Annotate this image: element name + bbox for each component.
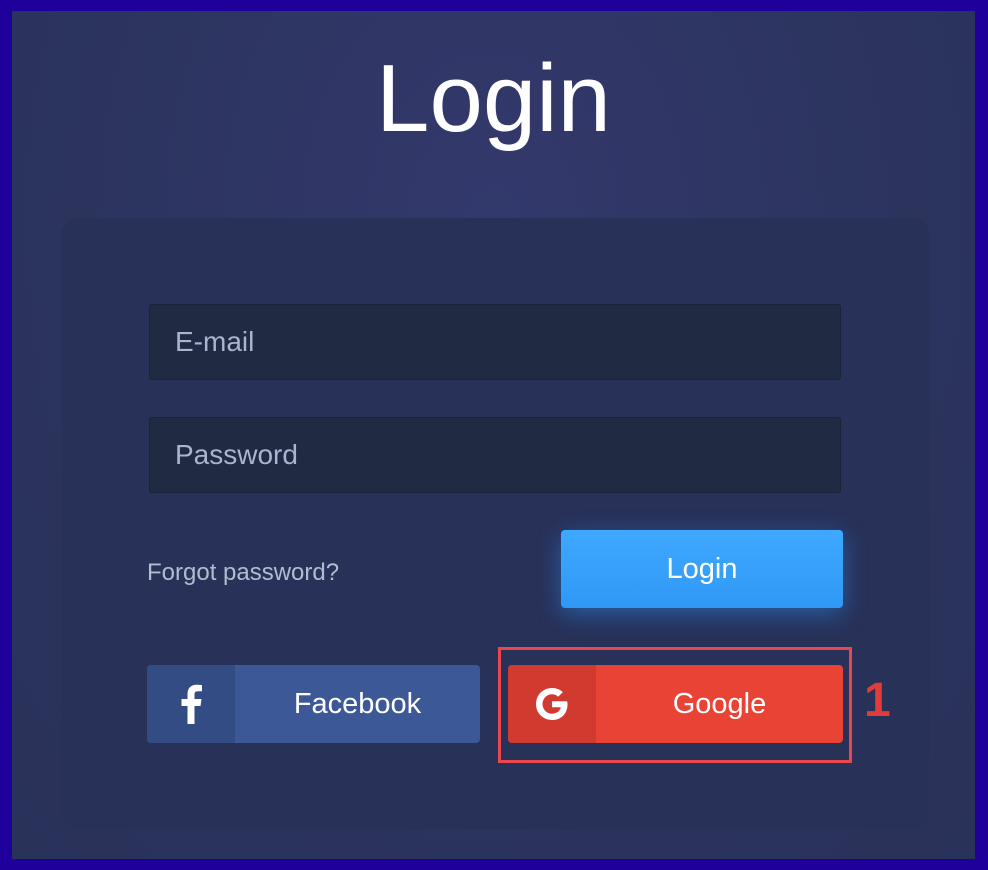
google-login-button[interactable]: Google xyxy=(508,665,843,743)
google-icon xyxy=(508,665,596,743)
annotation-marker: 1 xyxy=(864,674,891,727)
facebook-label: Facebook xyxy=(293,687,422,720)
email-field[interactable] xyxy=(175,326,815,358)
password-field[interactable] xyxy=(175,439,815,471)
page-frame: Login Forgot password? Login Facebook xyxy=(12,11,975,859)
page-title: Login xyxy=(376,45,611,152)
login-button[interactable]: Login xyxy=(561,530,843,608)
password-field-wrapper xyxy=(149,417,841,493)
login-card: Forgot password? Login Facebook Google xyxy=(61,218,930,829)
facebook-login-button[interactable]: Facebook xyxy=(147,665,480,743)
forgot-password-link[interactable]: Forgot password? xyxy=(147,558,339,588)
facebook-icon xyxy=(147,665,235,743)
email-field-wrapper xyxy=(149,304,841,380)
google-label: Google xyxy=(672,687,767,720)
